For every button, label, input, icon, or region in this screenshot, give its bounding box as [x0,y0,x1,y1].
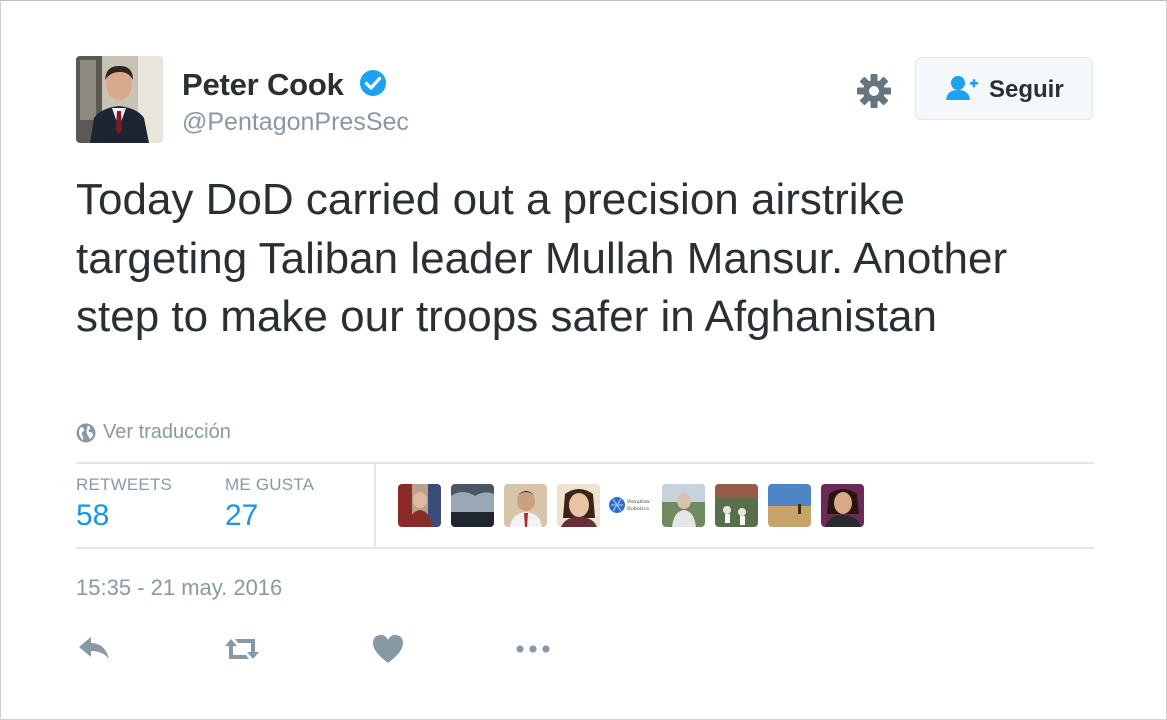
stats-top-divider [76,462,1094,464]
like-heart-icon[interactable] [368,629,408,669]
liker-avatar[interactable] [662,484,705,527]
likes-count: 27 [225,499,259,532]
retweets-stat[interactable]: RETWEETS 58 [76,475,172,533]
logo-text: Robotics [627,506,649,512]
author-name[interactable]: Peter Cook [182,67,344,103]
liker-avatar[interactable] [557,484,600,527]
liker-avatar[interactable] [715,484,758,527]
add-user-icon [946,76,978,100]
likes-stat[interactable]: ME GUSTA 27 [225,475,314,533]
liker-avatar[interactable] [504,484,547,527]
liker-avatar[interactable] [451,484,494,527]
follow-button-label: Seguir [989,76,1064,103]
liker-avatar[interactable] [768,484,811,527]
retweets-label: RETWEETS [76,475,173,494]
stats-bottom-divider [76,547,1094,549]
follow-button[interactable]: Seguir [915,57,1093,120]
likes-label: ME GUSTA [225,475,315,494]
tweet-timestamp[interactable]: 15:35 - 21 may. 2016 [76,575,282,601]
author-handle[interactable]: @PentagonPresSec [182,108,409,137]
logo-text: Penultimate [627,499,650,505]
author-avatar[interactable] [76,56,163,143]
globe-icon [76,423,96,443]
stats-vertical-divider [374,464,376,548]
retweet-icon[interactable] [222,629,262,669]
liker-avatar[interactable] [398,484,441,527]
tweet-text: Today DoD carried out a precision airstr… [76,175,1008,341]
verified-badge-icon [360,70,386,96]
liker-avatar[interactable]: Penultimate Robotics [607,484,650,527]
gear-icon[interactable] [855,72,893,110]
more-dots-icon[interactable] [513,629,553,669]
tweet-card: Peter Cook @PentagonPresSec Seguir Today… [0,0,1167,720]
translate-label: Ver traducción [103,421,231,443]
retweets-count: 58 [76,499,110,532]
liker-avatar[interactable] [821,484,864,527]
reply-icon[interactable] [75,629,115,669]
